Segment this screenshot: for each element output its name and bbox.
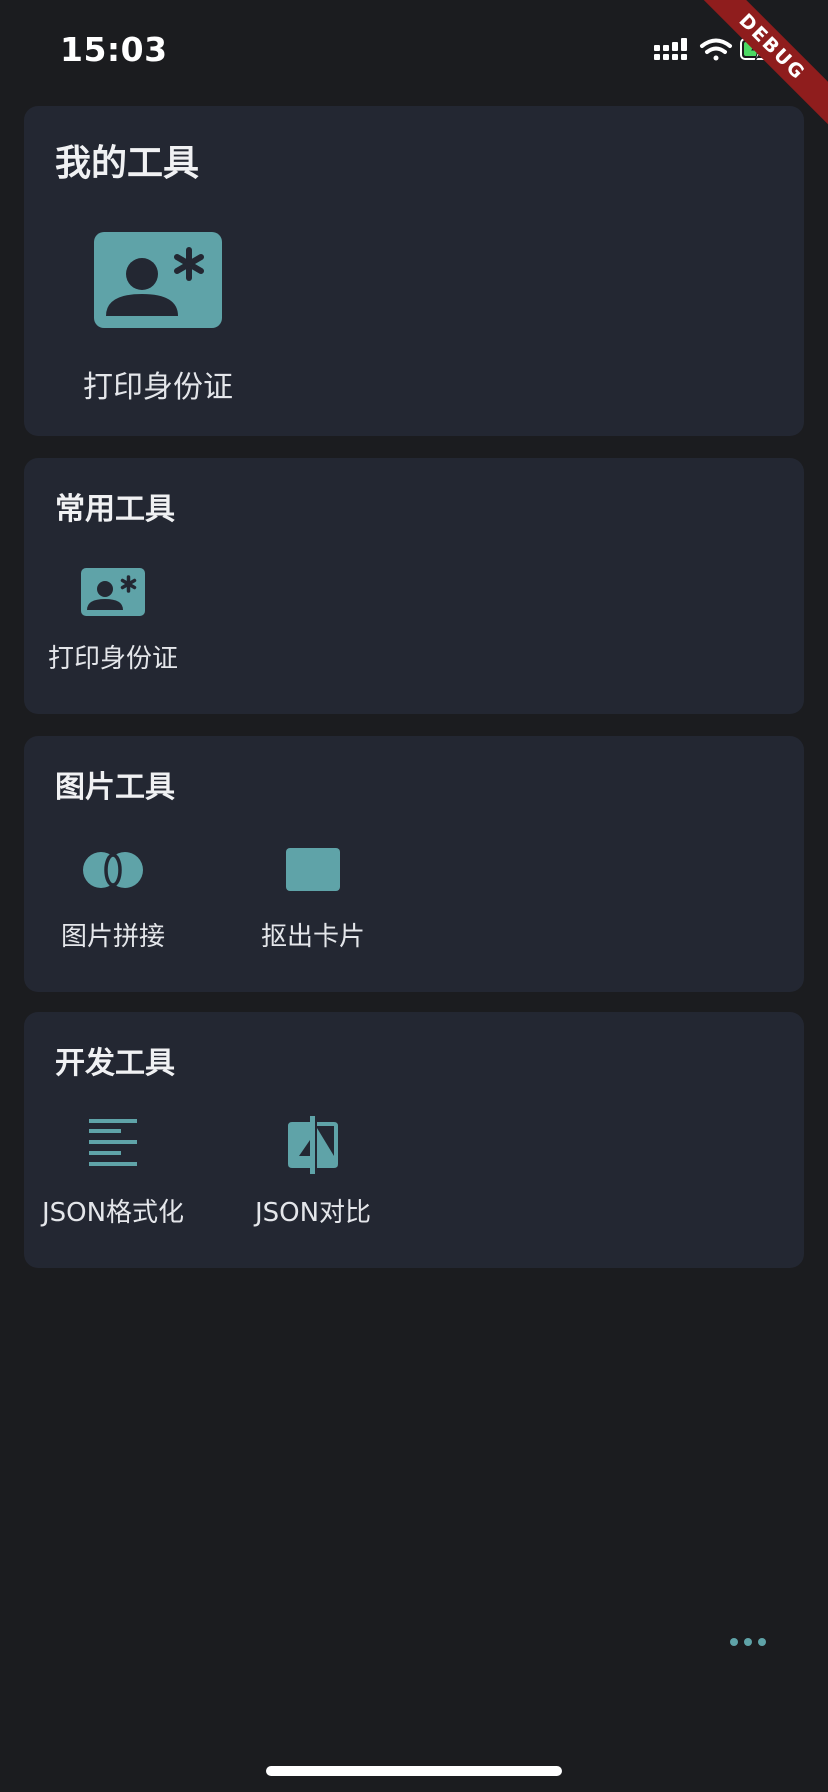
status-bar: 15:03: [0, 0, 828, 96]
status-icons: [652, 36, 792, 66]
section-title: 我的工具: [55, 143, 200, 184]
tool-json-compare[interactable]: JSON对比: [228, 1116, 398, 1229]
tool-label: 抠出卡片: [260, 922, 365, 952]
compare-icon: [281, 1116, 345, 1174]
section-title: 开发工具: [55, 1046, 175, 1081]
card-crop-icon: [281, 846, 345, 894]
tool-print-id-card[interactable]: 打印身份证: [38, 568, 188, 675]
id-card-icon: [94, 232, 222, 328]
battery-charging-icon: [740, 37, 781, 62]
tool-print-id-card[interactable]: 打印身份证: [63, 232, 253, 406]
section-my-tools: 我的工具 打印身份证: [24, 106, 804, 436]
tool-label: JSON对比: [254, 1198, 372, 1228]
tool-label: 打印身份证: [47, 644, 178, 674]
section-common-tools: 常用工具 打印身份证: [24, 458, 804, 714]
tool-label: JSON格式化: [41, 1198, 185, 1228]
wifi-icon: [700, 38, 732, 61]
more-button[interactable]: [728, 1630, 768, 1654]
status-time: 15:03: [60, 30, 168, 69]
tool-card-crop[interactable]: 抠出卡片: [238, 846, 388, 953]
tool-label: 图片拼接: [60, 922, 165, 952]
section-title: 图片工具: [55, 770, 175, 805]
tool-image-merge[interactable]: 图片拼接: [38, 846, 188, 953]
section-title: 常用工具: [55, 492, 175, 527]
tool-label: 打印身份证: [83, 370, 233, 405]
section-image-tools: 图片工具 图片拼接 抠出卡片: [24, 736, 804, 992]
section-dev-tools: 开发工具 JSON格式化 JSON对比: [24, 1012, 804, 1268]
cellular-signal-icon: [654, 38, 687, 60]
image-merge-icon: [81, 846, 145, 894]
id-card-icon: [81, 568, 145, 616]
more-horizontal-icon: [730, 1638, 766, 1646]
home-indicator[interactable]: [266, 1766, 562, 1776]
tool-json-format[interactable]: JSON格式化: [28, 1116, 198, 1229]
format-align-icon: [81, 1116, 145, 1174]
